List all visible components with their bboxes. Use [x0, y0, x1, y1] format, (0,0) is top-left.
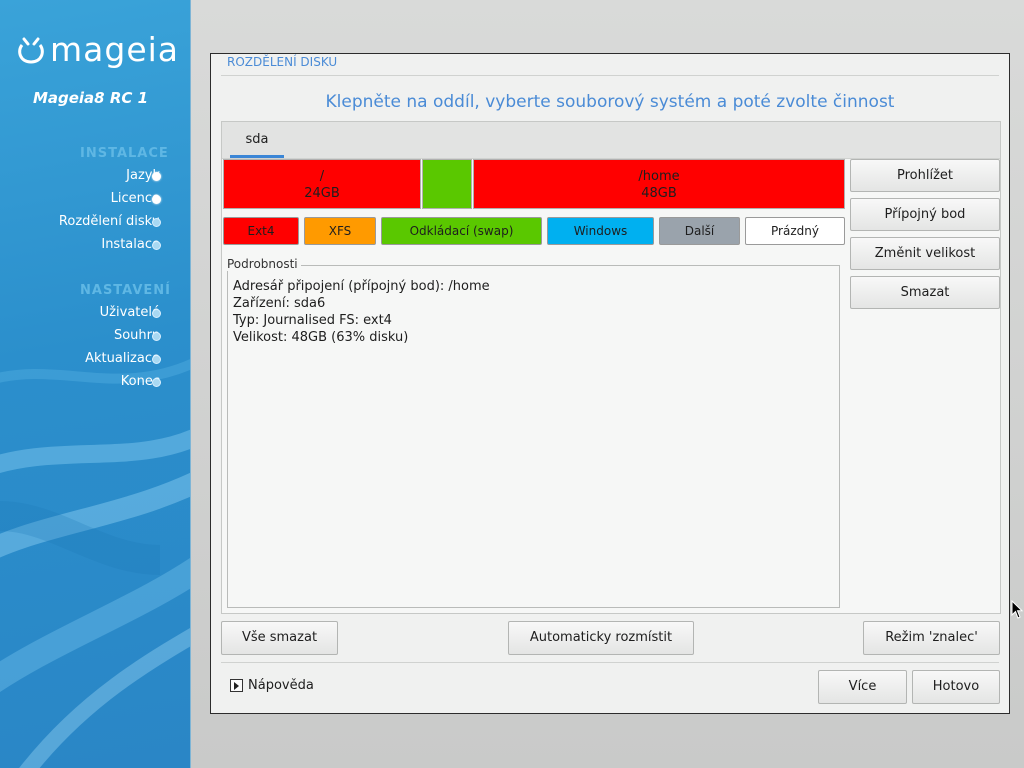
details-label: Podrobnosti: [227, 257, 301, 271]
step-pending-dot: [152, 332, 161, 341]
step-done-dot: [152, 172, 161, 181]
sidebar-item-users: Uživatelé: [99, 305, 160, 320]
step-pending-dot: [152, 378, 161, 387]
active-tab-indicator: [230, 155, 284, 158]
partition-mount: /home: [638, 169, 680, 184]
help-toggle[interactable]: Nápověda: [230, 678, 314, 693]
release-name: Mageia8 RC 1: [32, 89, 149, 107]
panel-title: ROZDĚLENÍ DISKU: [227, 55, 338, 69]
fs-ext4-button[interactable]: Ext4: [223, 217, 299, 245]
footer-divider: [221, 662, 999, 663]
title-divider: [221, 75, 999, 76]
expert-mode-button[interactable]: Režim 'znalec': [863, 621, 1000, 655]
partition-swap[interactable]: [422, 159, 472, 209]
disk-frame: sda / 24GB /home 48GB Ext4 XFS Odkládací…: [221, 121, 1001, 614]
delete-button[interactable]: Smazat: [850, 276, 1000, 309]
step-pending-dot: [152, 241, 161, 250]
logo-text: mageia: [50, 30, 180, 69]
details-size: Velikost: 48GB (63% disku): [233, 330, 409, 345]
sidebar-background-waves: [0, 358, 190, 768]
section-title-install: INSTALACE: [80, 146, 169, 161]
partition-home[interactable]: /home 48GB: [473, 159, 845, 209]
sidebar-item-partitioning: Rozdělení disku: [58, 214, 160, 229]
more-button[interactable]: Více: [818, 670, 907, 704]
auto-allocate-button[interactable]: Automaticky rozmístit: [508, 621, 694, 655]
mageia-logo-icon: [18, 37, 44, 64]
mouse-cursor-icon: [1011, 600, 1024, 619]
expand-arrow-icon: [230, 679, 243, 692]
partition-size: 24GB: [304, 186, 340, 201]
partition-root[interactable]: / 24GB: [223, 159, 421, 209]
clear-all-button[interactable]: Vše smazat: [221, 621, 338, 655]
instruction-headline: Klepněte na oddíl, vyberte souborový sys…: [325, 92, 895, 112]
mageia-logo: mageia: [16, 30, 179, 70]
details-device: Zařízení: sda6: [233, 296, 326, 311]
fs-xfs-button[interactable]: XFS: [304, 217, 376, 245]
browse-button[interactable]: Prohlížet: [850, 159, 1000, 192]
help-label: Nápověda: [248, 678, 314, 693]
mount-point-button[interactable]: Přípojný bod: [850, 198, 1000, 231]
details-text: Adresář připojení (přípojný bod): /home …: [233, 278, 490, 346]
fs-other-button[interactable]: Další: [659, 217, 740, 245]
details-type: Typ: Journalised FS: ext4: [233, 313, 392, 328]
partitioning-panel: ROZDĚLENÍ DISKU Klepněte na oddíl, vyber…: [210, 53, 1010, 714]
disk-tabbar: sda: [222, 122, 1000, 159]
details-mount-point: Adresář připojení (přípojný bod): /home: [233, 279, 490, 294]
partition-mount: /: [319, 169, 325, 184]
step-pending-dot: [152, 309, 161, 318]
sidebar-item-updates: Aktualizace: [85, 351, 160, 366]
step-pending-dot: [152, 218, 161, 227]
fs-swap-button[interactable]: Odkládací (swap): [381, 217, 542, 245]
resize-button[interactable]: Změnit velikost: [850, 237, 1000, 270]
sidebar: mageia Mageia8 RC 1 INSTALACE Jazyk Lice…: [0, 0, 191, 768]
step-pending-dot: [152, 355, 161, 364]
tab-sda[interactable]: sda: [230, 122, 284, 159]
section-title-configuration: NASTAVENÍ: [80, 283, 171, 298]
fs-empty-button[interactable]: Prázdný: [745, 217, 845, 245]
fs-windows-button[interactable]: Windows: [547, 217, 654, 245]
step-done-dot: [152, 195, 161, 204]
partition-size: 48GB: [641, 186, 677, 201]
done-button[interactable]: Hotovo: [912, 670, 1000, 704]
